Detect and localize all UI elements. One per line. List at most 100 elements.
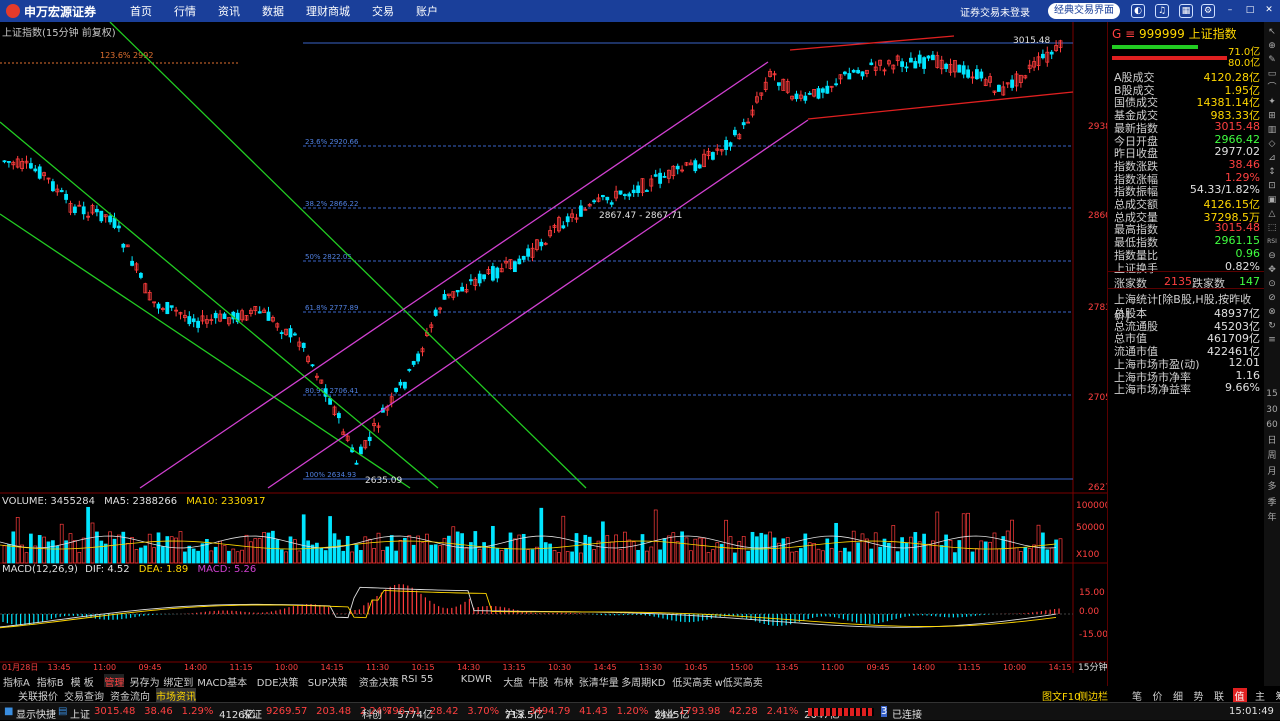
indicator-tab[interactable]: RSI 55 xyxy=(401,674,433,685)
menu-home[interactable]: 首页 xyxy=(130,3,152,19)
period-button[interactable]: 月 xyxy=(1266,466,1278,478)
volume-bar xyxy=(337,540,340,563)
side-panel-tab[interactable]: 主 xyxy=(1253,688,1267,703)
index-name[interactable]: 深证 xyxy=(242,706,262,721)
volume-bar xyxy=(830,548,833,563)
volume-bar xyxy=(3,546,6,563)
draw-tool-icon[interactable]: RSI xyxy=(1266,236,1278,248)
index-value: 3494.79 xyxy=(529,706,570,717)
volume-bar xyxy=(566,551,569,563)
menu-account[interactable]: 账户 xyxy=(416,3,438,19)
period-button[interactable]: 15 xyxy=(1266,388,1278,400)
bottom-tab[interactable]: 资金流向 xyxy=(110,688,150,703)
draw-tool-icon[interactable]: ⊙ xyxy=(1266,278,1278,290)
minimize-icon[interactable]: – xyxy=(1223,4,1237,18)
draw-tool-icon[interactable]: △ xyxy=(1266,208,1278,220)
quote-row: 总成交量37298.5万 xyxy=(1114,209,1260,222)
draw-tool-icon[interactable]: ⊗ xyxy=(1266,306,1278,318)
menu-quotes[interactable]: 行情 xyxy=(174,3,196,19)
period-button[interactable]: 季 xyxy=(1266,497,1278,509)
draw-tool-icon[interactable]: ⬚ xyxy=(1266,222,1278,234)
side-panel-tab[interactable]: 细 xyxy=(1171,688,1185,703)
candle-body xyxy=(967,70,970,77)
volume-bar xyxy=(923,534,926,563)
period-button[interactable]: 周 xyxy=(1266,450,1278,462)
draw-tool-icon[interactable]: ⊿ xyxy=(1266,152,1278,164)
candle-body xyxy=(461,287,464,291)
price-tick: 2783 xyxy=(1088,303,1107,313)
candle-body xyxy=(795,94,798,99)
draw-tool-icon[interactable]: ↻ xyxy=(1266,320,1278,332)
time-label: 13:30 xyxy=(639,663,662,672)
classic-trade-button[interactable]: 经典交易界面 xyxy=(1048,3,1120,19)
f10-button[interactable]: 图文F10 xyxy=(1042,688,1080,703)
side-panel-tab[interactable]: 联 xyxy=(1212,688,1226,703)
layout-icon[interactable]: ▦ xyxy=(1179,4,1193,18)
volume-bar xyxy=(381,550,384,563)
menu-data[interactable]: 数据 xyxy=(262,3,284,19)
close-icon[interactable]: ✕ xyxy=(1262,4,1276,18)
draw-tool-icon[interactable]: ⊖ xyxy=(1266,250,1278,262)
maximize-icon[interactable]: □ xyxy=(1243,4,1257,18)
draw-tool-icon[interactable]: ✦ xyxy=(1266,96,1278,108)
period-button[interactable]: 年 xyxy=(1266,512,1278,524)
headset-icon[interactable]: ♫ xyxy=(1155,4,1169,18)
macd-tick: 0.00 xyxy=(1079,607,1099,617)
draw-tool-icon[interactable]: ⊞ xyxy=(1266,110,1278,122)
candle-body xyxy=(901,62,904,67)
volume-bar xyxy=(843,548,846,563)
draw-tool-icon[interactable]: ▭ xyxy=(1266,68,1278,80)
candle-body xyxy=(857,70,860,73)
menu-trade[interactable]: 交易 xyxy=(372,3,394,19)
draw-tool-icon[interactable]: ▥ xyxy=(1266,124,1278,136)
draw-tool-icon[interactable]: ▣ xyxy=(1266,194,1278,206)
kline-chart[interactable]: 2938286027832705262710000050000X10015.00… xyxy=(0,22,1107,673)
candle-body xyxy=(861,72,864,76)
indicator-tab[interactable]: KDWR xyxy=(461,674,492,685)
sidebar-button[interactable]: 侧边栏 xyxy=(1078,688,1108,703)
menu-info[interactable]: 资讯 xyxy=(218,3,240,19)
period-button[interactable]: 30 xyxy=(1266,404,1278,416)
draw-tool-icon[interactable]: ✎ xyxy=(1266,54,1278,66)
period-button[interactable]: 60 xyxy=(1266,419,1278,431)
settings-icon[interactable]: ⚙ xyxy=(1201,4,1215,18)
breadth-row: 涨家数 2135 跌家数 147 xyxy=(1114,275,1260,288)
index-name[interactable]: 沪深 xyxy=(505,706,525,721)
side-panel-tab[interactable]: 筹 xyxy=(1274,688,1280,703)
draw-tool-icon[interactable]: ⊘ xyxy=(1266,292,1278,304)
draw-tool-icon[interactable]: ✥ xyxy=(1266,264,1278,276)
volume-bar xyxy=(232,549,235,563)
side-panel-tab[interactable]: 势 xyxy=(1192,688,1206,703)
draw-tool-icon[interactable]: ≡ xyxy=(1266,334,1278,346)
candle-body xyxy=(337,413,340,417)
bottom-tab[interactable]: 关联报价 xyxy=(18,688,58,703)
trade-login-status[interactable]: 证券交易未登录 xyxy=(960,4,1030,19)
draw-tool-icon[interactable]: ◇ xyxy=(1266,138,1278,150)
draw-tool-icon[interactable]: ⊡ xyxy=(1266,180,1278,192)
bottom-tabs: 关联报价交易查询资金流向市场资讯 图文F10 侧边栏 笔价细势联值主筹 xyxy=(0,687,1280,701)
draw-tool-icon[interactable]: ↕ xyxy=(1266,166,1278,178)
side-panel-tab[interactable]: 值 xyxy=(1233,688,1247,703)
index-code: 999999 xyxy=(1139,27,1185,41)
volume-bar xyxy=(135,549,138,563)
index-name[interactable]: 创业 xyxy=(655,706,675,721)
period-button[interactable]: 多 xyxy=(1266,481,1278,493)
bottom-tab[interactable]: 交易查询 xyxy=(64,688,104,703)
period-button[interactable]: 日 xyxy=(1266,435,1278,447)
index-name[interactable]: 上证 xyxy=(70,706,90,721)
candle-body xyxy=(601,195,604,196)
side-panel-tab[interactable]: 笔 xyxy=(1130,688,1144,703)
indicator-tabs: 指标A指标B模 板管理另存为绑定到MACD基本DDE决策SUP决策资金决策RSI… xyxy=(0,673,1107,687)
volume-bar xyxy=(632,542,635,563)
volume-bar xyxy=(694,539,697,563)
side-panel-tab[interactable]: 价 xyxy=(1151,688,1165,703)
index-name[interactable]: 科创 xyxy=(362,706,382,721)
draw-tool-icon[interactable]: ⌒ xyxy=(1266,82,1278,94)
stats-row: 总流通股45203亿 xyxy=(1114,318,1260,331)
quick-toggle[interactable]: 显示快捷 xyxy=(16,706,56,721)
draw-tool-icon[interactable]: ⊕ xyxy=(1266,40,1278,52)
bottom-tab[interactable]: 市场资讯 xyxy=(156,688,196,703)
menu-wealth[interactable]: 理财商城 xyxy=(306,3,350,19)
draw-tool-icon[interactable]: ↖ xyxy=(1266,26,1278,38)
theme-icon[interactable]: ◐ xyxy=(1131,4,1145,18)
